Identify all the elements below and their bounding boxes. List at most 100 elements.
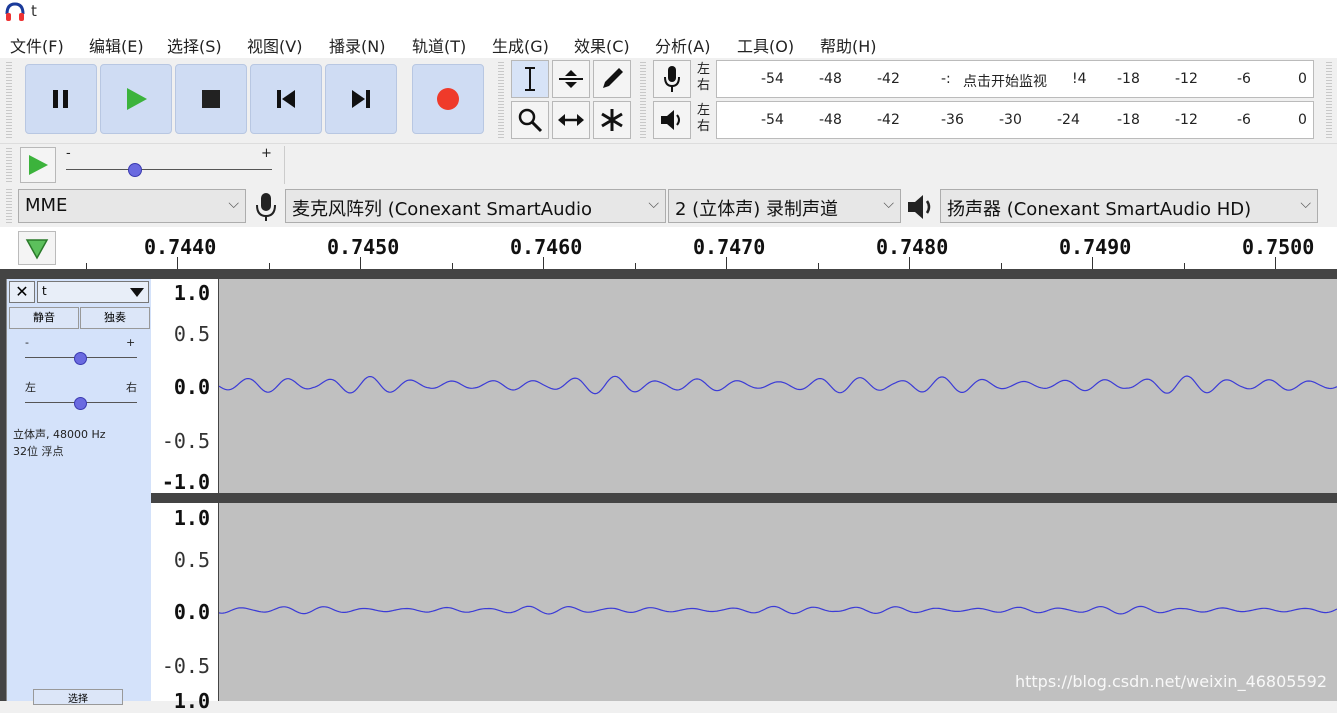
zoom-tool-button[interactable] [511, 101, 549, 139]
recording-channels-select[interactable]: 2 (立体声) 录制声道 ⌵ [668, 189, 901, 223]
meter-tick: -12 [1175, 71, 1198, 87]
meter-tick: 0 [1298, 71, 1307, 87]
menu-file[interactable]: 文件(F) [10, 33, 64, 57]
recording-channels-value: 2 (立体声) 录制声道 [675, 199, 838, 220]
scale-label: -0.5 [161, 429, 210, 453]
speed-slider-track[interactable] [66, 169, 272, 170]
multi-tool-button[interactable] [593, 101, 631, 139]
stop-icon [202, 90, 220, 108]
toolbar-grip[interactable] [6, 189, 12, 223]
gain-slider-thumb[interactable] [74, 352, 87, 365]
meter-tick: -42 [877, 71, 900, 87]
close-track-button[interactable]: ✕ [9, 281, 35, 303]
record-meter[interactable]: -54 -48 -42 -: 点击开始监视 !4 -18 -12 -6 0 [716, 60, 1314, 98]
ruler-label: 0.7440 [144, 235, 217, 259]
timeline-ruler[interactable]: 0.7440 0.7450 0.7460 0.7470 0.7480 0.749… [0, 227, 1337, 269]
select-track-button[interactable]: 选择 [33, 689, 123, 705]
scale-label: 1.0 [173, 689, 210, 713]
pan-left-label: 左 [25, 381, 36, 394]
record-button[interactable] [412, 64, 484, 134]
ruler-tick [909, 257, 910, 269]
menu-select[interactable]: 选择(S) [167, 33, 222, 57]
menu-effect[interactable]: 效果(C) [574, 33, 630, 57]
playback-channel-labels: 左 右 [697, 103, 710, 135]
meter-tick: -36 [941, 112, 964, 128]
menu-generate[interactable]: 生成(G) [492, 33, 549, 57]
menu-transport[interactable]: 播录(N) [329, 33, 385, 57]
playback-device-select[interactable]: 扬声器 (Conexant SmartAudio HD) ⌵ [940, 189, 1318, 223]
menu-edit[interactable]: 编辑(E) [89, 33, 144, 57]
track-name-menu[interactable]: t [37, 281, 149, 303]
skip-start-button[interactable] [250, 64, 322, 134]
toolbar-grip[interactable] [640, 62, 646, 138]
gain-minus-label: - [25, 336, 29, 349]
meter-tick: 0 [1298, 112, 1307, 128]
menu-tracks[interactable]: 轨道(T) [412, 33, 466, 57]
triangle-down-icon [25, 239, 49, 260]
audio-host-select[interactable]: MME ⌵ [18, 189, 246, 223]
speed-minus-label: - [66, 146, 71, 161]
start-monitoring-text[interactable]: 点击开始监视 [963, 71, 1047, 91]
pause-icon [53, 90, 68, 108]
ruler-tick [1275, 257, 1276, 269]
close-icon: ✕ [15, 282, 29, 301]
selection-tool-button[interactable] [511, 60, 549, 98]
title-bar: t [0, 0, 1337, 26]
waveform-area[interactable] [219, 279, 1337, 701]
stop-button[interactable] [175, 64, 247, 134]
time-shift-tool-button[interactable] [552, 101, 590, 139]
speed-slider-thumb[interactable] [128, 163, 142, 177]
ruler-label: 0.7450 [327, 235, 400, 259]
ruler-tick [177, 257, 178, 269]
audio-host-value: MME [25, 195, 68, 216]
playback-meter[interactable]: -54 -48 -42 -36 -30 -24 -18 -12 -6 0 [716, 101, 1314, 139]
skip-end-button[interactable] [325, 64, 397, 134]
menu-view[interactable]: 视图(V) [247, 33, 302, 57]
record-channel-labels: 左 右 [697, 62, 710, 94]
pause-button[interactable] [25, 64, 97, 134]
scale-label: -1.0 [161, 470, 210, 494]
meter-tick: -24 [1057, 112, 1080, 128]
toolbar-grip[interactable] [1326, 62, 1332, 138]
pencil-icon [603, 68, 623, 88]
meter-tick: -6 [1237, 71, 1251, 87]
left-label: 左 [697, 103, 711, 118]
ruler-tick [543, 257, 544, 269]
play-at-speed-button[interactable] [20, 147, 56, 183]
meter-tick: -48 [819, 71, 842, 87]
vertical-scale[interactable]: 1.0 0.5 0.0 -0.5 -1.0 1.0 0.5 0.0 -0.5 1… [151, 279, 218, 713]
ruler-label: 0.7500 [1242, 235, 1315, 259]
meter-tick: -42 [877, 112, 900, 128]
menu-help[interactable]: 帮助(H) [820, 33, 877, 57]
ruler-label: 0.7480 [876, 235, 949, 259]
toolbar-grip[interactable] [6, 148, 12, 182]
play-button[interactable] [100, 64, 172, 134]
meter-tick: -18 [1117, 71, 1140, 87]
draw-tool-button[interactable] [593, 60, 631, 98]
envelope-tool-button[interactable] [552, 60, 590, 98]
toolbar-grip[interactable] [498, 62, 504, 138]
pin-head-button[interactable] [18, 231, 56, 265]
ruler-tick [360, 257, 361, 269]
track-name: t [42, 284, 47, 298]
record-meter-button[interactable] [653, 60, 691, 98]
menu-analyze[interactable]: 分析(A) [655, 33, 710, 57]
menu-tools[interactable]: 工具(O) [737, 33, 794, 57]
waveform-left-channel [219, 375, 1337, 395]
right-label: 右 [697, 119, 711, 134]
magnifier-icon [518, 108, 543, 133]
toolbar-grip[interactable] [6, 62, 12, 138]
window-title: t [31, 2, 37, 20]
scale-label: 1.0 [173, 281, 210, 305]
audacity-logo-icon [5, 2, 25, 21]
pan-slider-thumb[interactable] [74, 397, 87, 410]
solo-button[interactable]: 独奏 [80, 307, 150, 329]
meter-tick: -30 [999, 112, 1022, 128]
scale-label: 0.5 [173, 548, 210, 572]
play-at-speed-toolbar: - + [0, 143, 1337, 186]
ruler-tick [1092, 257, 1093, 269]
mute-button[interactable]: 静音 [9, 307, 79, 329]
triangle-down-icon [130, 288, 144, 297]
playback-meter-button[interactable] [653, 101, 691, 139]
recording-device-select[interactable]: 麦克风阵列 (Conexant SmartAudio ⌵ [285, 189, 666, 223]
